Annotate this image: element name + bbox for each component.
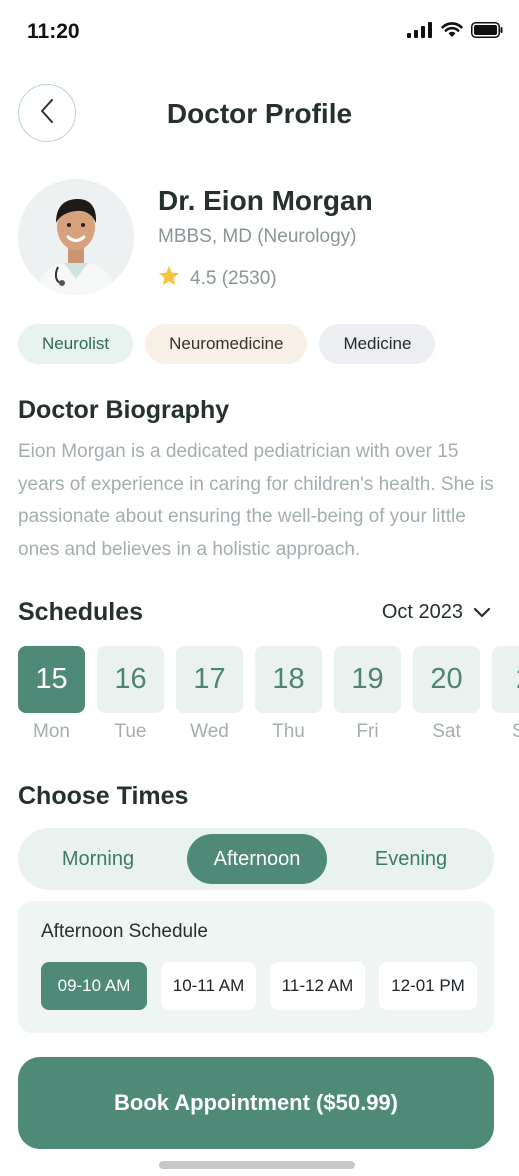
morning-option[interactable]: Morning <box>28 834 168 884</box>
star-icon <box>158 265 180 292</box>
time-slot[interactable]: 10-11 AM <box>161 962 256 1010</box>
page-title: Doctor Profile <box>166 98 353 129</box>
biography-title: Doctor Biography <box>18 396 230 424</box>
date-strip: 15 Mon 16 Tue 17 Wed 18 Thu 19 Fri 20 Sa… <box>18 646 519 743</box>
date-item[interactable]: 19 Fri <box>334 646 401 743</box>
date-number: 19 <box>334 646 401 713</box>
date-number: 2 <box>492 646 519 713</box>
specialty-tag[interactable]: Neuromedicine <box>145 324 308 364</box>
afternoon-option[interactable]: Afternoon <box>187 834 327 884</box>
date-item[interactable]: 18 Thu <box>255 646 322 743</box>
specialty-tag[interactable]: Medicine <box>319 324 436 364</box>
status-bar: 11:20 <box>0 0 519 62</box>
time-slot[interactable]: 12-01 PM <box>379 962 477 1010</box>
chevron-down-icon <box>473 601 491 624</box>
month-label: Oct 2023 <box>381 601 463 623</box>
date-weekday: Sat <box>432 721 461 742</box>
rating-value: 4.5 (2530) <box>190 267 277 289</box>
evening-option[interactable]: Evening <box>341 834 481 884</box>
time-slot[interactable]: 09-10 AM <box>41 962 147 1010</box>
specialty-tags: Neurolist Neuromedicine Medicine <box>18 324 436 364</box>
cellular-signal-icon <box>407 22 433 43</box>
month-selector[interactable]: Oct 2023 <box>382 601 491 624</box>
date-weekday: Thu <box>272 721 305 742</box>
date-weekday: Tue <box>114 721 147 742</box>
time-slots: 09-10 AM 10-11 AM 11-12 AM 12-01 PM <box>41 962 477 1010</box>
date-item[interactable]: 20 Sat <box>413 646 480 743</box>
date-number: 17 <box>176 646 243 713</box>
schedule-card-title: Afternoon Schedule <box>41 921 208 942</box>
doctor-degree: MBBS, MD (Neurology) <box>158 226 357 247</box>
doctor-profile-card: Dr. Eion Morgan MBBS, MD (Neurology) 4.5… <box>18 179 508 299</box>
book-appointment-button[interactable]: Book Appointment ($50.99) <box>18 1057 494 1149</box>
date-weekday: Mon <box>33 721 70 742</box>
battery-icon <box>471 22 503 43</box>
date-weekday: Wed <box>190 721 229 742</box>
schedule-card: Afternoon Schedule 09-10 AM 10-11 AM 11-… <box>18 901 494 1033</box>
date-weekday: Su <box>512 721 519 742</box>
specialty-tag[interactable]: Neurolist <box>18 324 134 364</box>
date-item[interactable]: 15 Mon <box>18 646 85 743</box>
time-slot[interactable]: 11-12 AM <box>270 962 365 1010</box>
date-number: 15 <box>18 646 85 713</box>
date-item[interactable]: 2 Su <box>492 646 519 743</box>
date-item[interactable]: 16 Tue <box>97 646 164 743</box>
status-time: 11:20 <box>27 20 80 43</box>
doctor-rating: 4.5 (2530) <box>158 265 277 292</box>
date-item[interactable]: 17 Wed <box>176 646 243 743</box>
biography-text: Eion Morgan is a dedicated pediatrician … <box>18 441 494 560</box>
date-number: 16 <box>97 646 164 713</box>
date-number: 18 <box>255 646 322 713</box>
header: Doctor Profile <box>0 84 519 148</box>
date-number: 20 <box>413 646 480 713</box>
wifi-icon <box>441 22 463 43</box>
home-indicator[interactable] <box>159 1161 355 1169</box>
status-icons <box>407 22 503 43</box>
schedules-title: Schedules <box>18 598 144 626</box>
choose-times-title: Choose Times <box>18 782 189 810</box>
date-weekday: Fri <box>356 721 379 742</box>
time-of-day-toggle: Morning Afternoon Evening <box>18 828 494 890</box>
doctor-avatar <box>18 179 134 295</box>
doctor-name: Dr. Eion Morgan <box>158 185 373 216</box>
